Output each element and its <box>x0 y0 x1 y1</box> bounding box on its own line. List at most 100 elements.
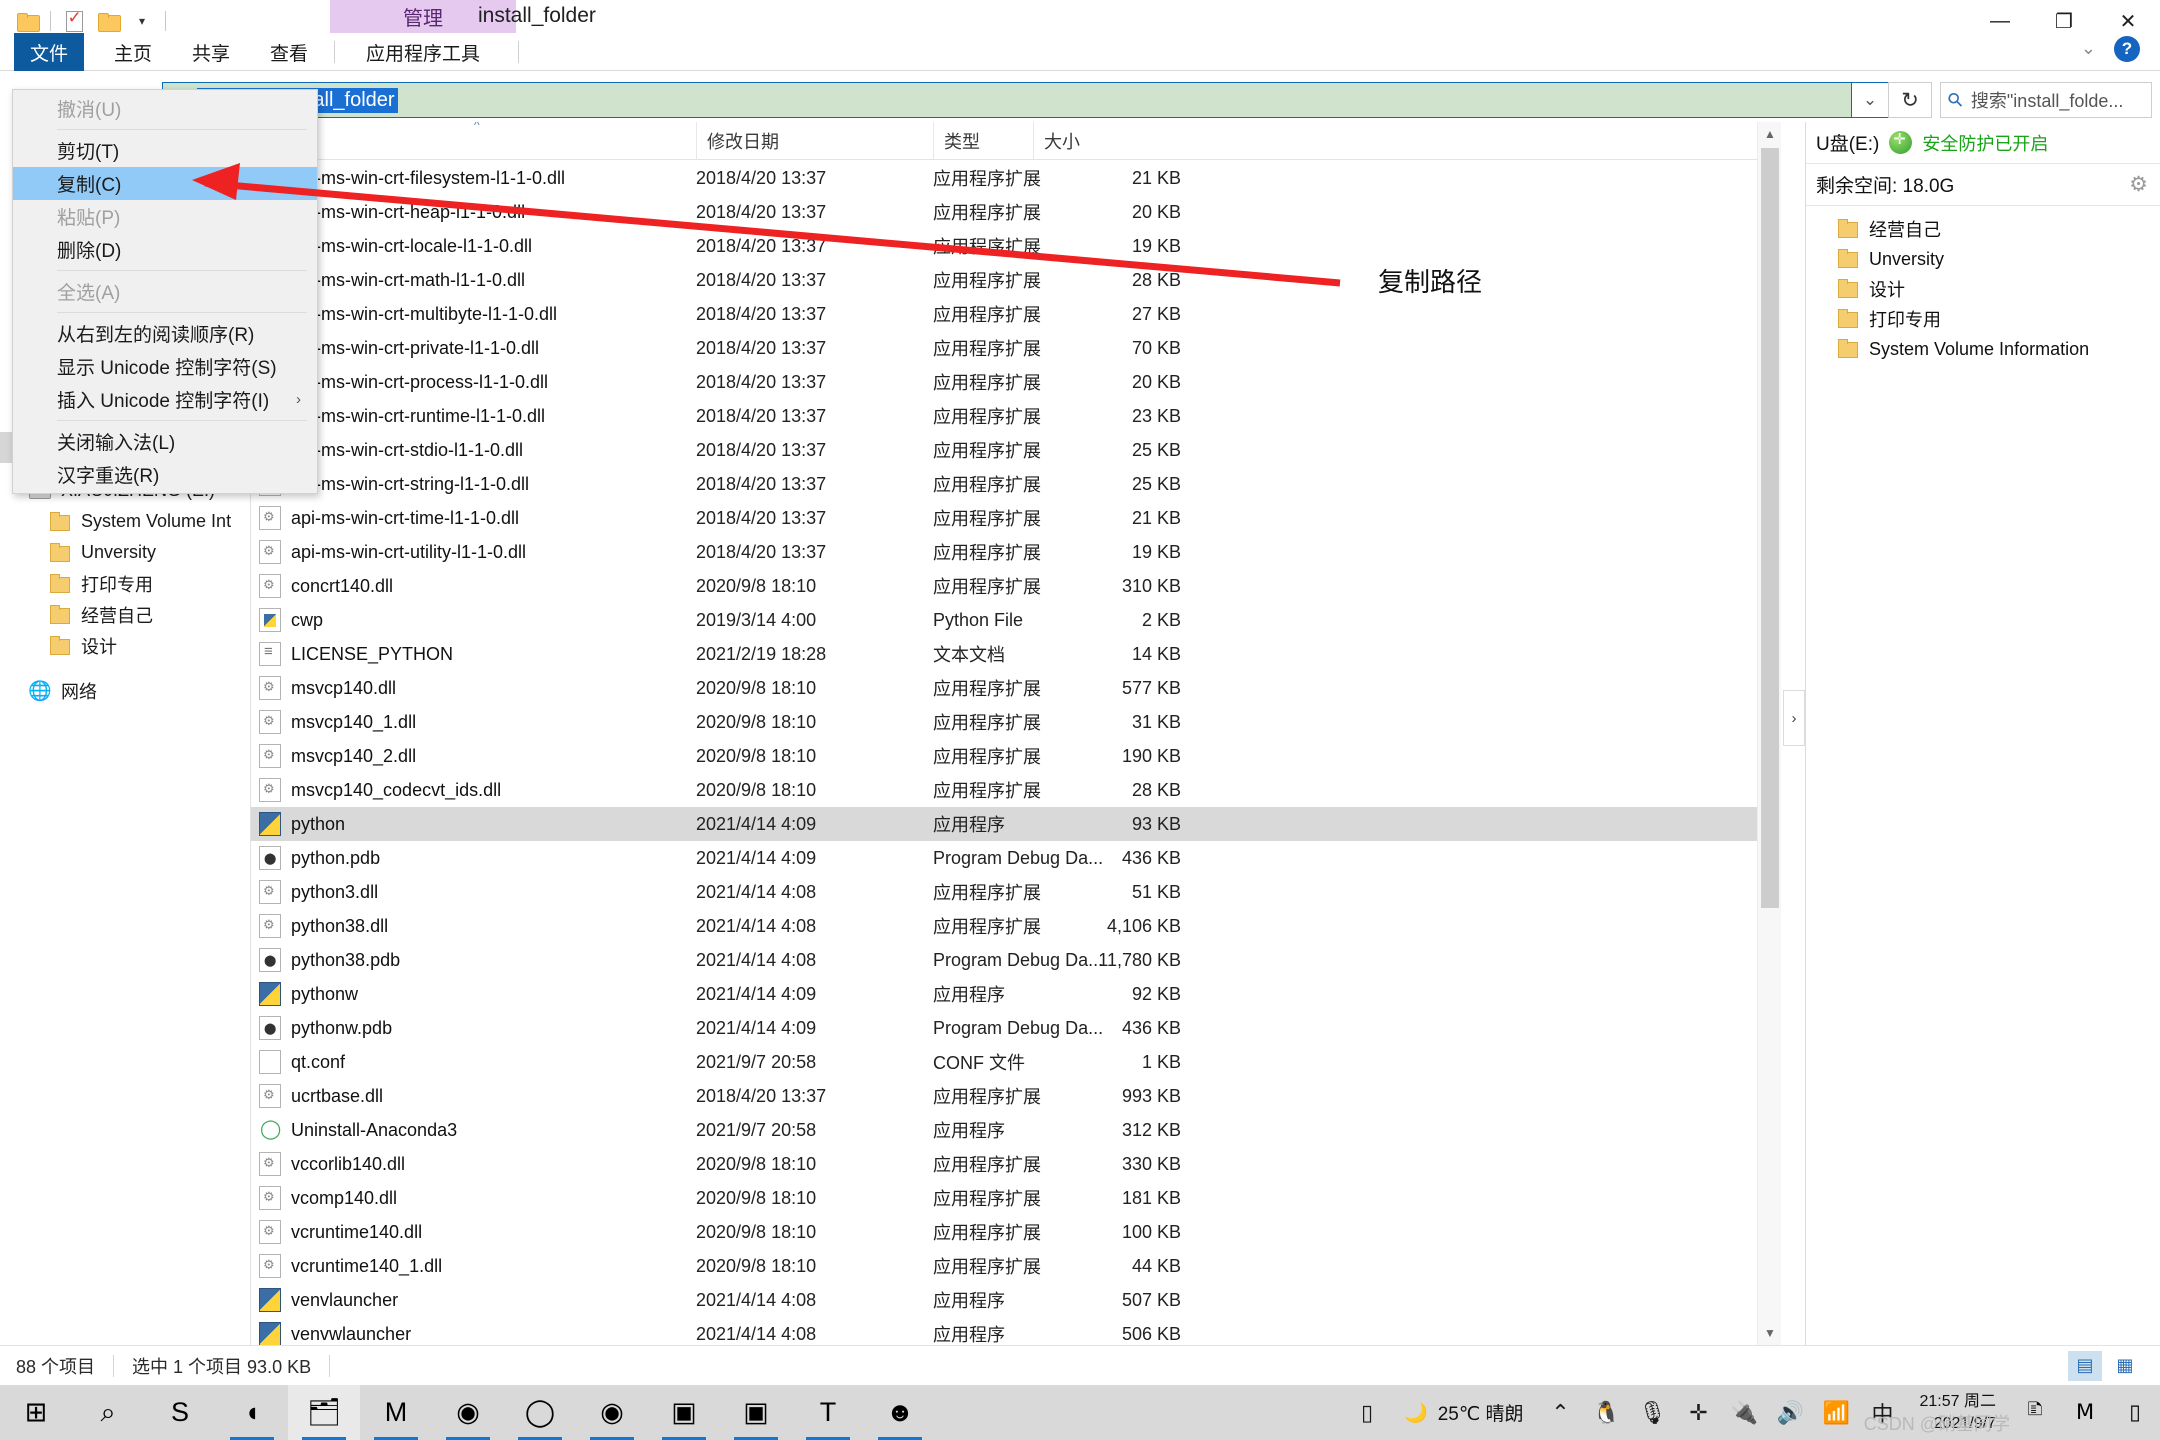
gear-icon[interactable]: ⚙ <box>2129 172 2148 197</box>
qq-tray-icon[interactable]: 🐧 <box>1584 1385 1630 1440</box>
tab-home[interactable]: 主页 <box>98 33 168 71</box>
table-row[interactable]: msvcp140.dll2020/9/8 18:10应用程序扩展577 KB <box>251 671 1780 705</box>
search-button[interactable]: ⌕ <box>72 1385 144 1440</box>
app-tray-icon-m[interactable]: Ⅿ <box>2060 1385 2110 1440</box>
usb-folder-item[interactable]: System Volume Information <box>1806 334 2160 364</box>
table-row[interactable]: vcomp140.dll2020/9/8 18:10应用程序扩展181 KB <box>251 1181 1780 1215</box>
tab-file[interactable]: 文件 <box>14 33 84 71</box>
search-box[interactable]: ⚲ 搜索"install_folde... <box>1940 82 2152 118</box>
panel-collapse-toggle[interactable]: › <box>1783 690 1805 746</box>
app-sogou[interactable]: S <box>144 1385 216 1440</box>
table-row[interactable]: pythonw2021/4/14 4:09应用程序92 KB <box>251 977 1780 1011</box>
usb-folder-item[interactable]: 经营自己 <box>1806 214 2160 244</box>
refresh-button[interactable]: ↻ <box>1888 82 1932 118</box>
app-file-explorer[interactable]: 🗂 <box>288 1385 360 1440</box>
file-list-scrollbar[interactable]: ▲ ▼ <box>1757 122 1781 1345</box>
volume-icon[interactable]: 🔊 <box>1768 1385 1814 1440</box>
details-view-icon[interactable]: ▤ <box>2068 1351 2102 1381</box>
menu-item[interactable]: 插入 Unicode 控制字符(I)› <box>13 383 317 416</box>
address-bar-input[interactable]: naconda\install_folder <box>162 82 1852 118</box>
usb-drive-icon[interactable]: ▯ <box>1344 1385 1390 1440</box>
menu-item[interactable]: 汉字重选(R) <box>13 458 317 491</box>
menu-item[interactable]: 复制(C) <box>13 167 317 200</box>
table-row[interactable]: Uninstall-Anaconda32021/9/7 20:58应用程序312… <box>251 1113 1780 1147</box>
app-qq[interactable]: ☻ <box>864 1385 936 1440</box>
table-row[interactable]: api-ms-win-crt-utility-l1-1-0.dll2018/4/… <box>251 535 1780 569</box>
app-wps[interactable]: M <box>360 1385 432 1440</box>
table-row[interactable]: cwp2019/3/14 4:00Python File2 KB <box>251 603 1780 637</box>
table-row[interactable]: api-ms-win-crt-time-l1-1-0.dll2018/4/20 … <box>251 501 1780 535</box>
scrollbar-thumb[interactable] <box>1761 148 1779 908</box>
menu-item[interactable]: 显示 Unicode 控制字符(S) <box>13 350 317 383</box>
menu-item[interactable]: 删除(D) <box>13 233 317 266</box>
table-row[interactable]: api-ms-win-crt-string-l1-1-0.dll2018/4/2… <box>251 467 1780 501</box>
column-header-size[interactable]: 大小 <box>1033 122 1181 160</box>
table-row[interactable]: api-ms-win-crt-runtime-l1-1-0.dll2018/4/… <box>251 399 1780 433</box>
large-icons-view-icon[interactable]: ▦ <box>2108 1351 2142 1381</box>
app-terminal-1[interactable]: ▣ <box>648 1385 720 1440</box>
table-row[interactable]: concrt140.dll2020/9/8 18:10应用程序扩展310 KB <box>251 569 1780 603</box>
app-terminal-2[interactable]: ▣ <box>720 1385 792 1440</box>
table-row[interactable]: python3.dll2021/4/14 4:08应用程序扩展51 KB <box>251 875 1780 909</box>
table-row[interactable]: vccorlib140.dll2020/9/8 18:10应用程序扩展330 K… <box>251 1147 1780 1181</box>
app-typora[interactable]: T <box>792 1385 864 1440</box>
sidebar-item-4[interactable]: System Volume Int <box>0 506 250 537</box>
tab-view[interactable]: 查看 <box>254 33 324 71</box>
show-desktop-button[interactable]: ▯ <box>2110 1385 2160 1440</box>
usb-folder-item[interactable]: Unversity <box>1806 244 2160 274</box>
menu-item[interactable]: 剪切(T) <box>13 134 317 167</box>
table-row[interactable]: vcruntime140.dll2020/9/8 18:10应用程序扩展100 … <box>251 1215 1780 1249</box>
start-button[interactable]: ⊞ <box>0 1385 72 1440</box>
table-row[interactable]: venvwlauncher2021/4/14 4:08应用程序506 KB <box>251 1317 1780 1345</box>
collapse-ribbon-icon[interactable]: ⌄ <box>2081 38 2096 59</box>
table-row[interactable]: api-ms-win-crt-multibyte-l1-1-0.dll2018/… <box>251 297 1780 331</box>
usb-folder-item[interactable]: 设计 <box>1806 274 2160 304</box>
tray-overflow-icon[interactable]: ⌃ <box>1538 1385 1584 1440</box>
table-row[interactable]: api-ms-win-crt-locale-l1-1-0.dll2018/4/2… <box>251 229 1780 263</box>
scroll-up-icon[interactable]: ▲ <box>1758 122 1782 146</box>
table-row[interactable]: api-ms-win-crt-math-l1-1-0.dll2018/4/20 … <box>251 263 1780 297</box>
sidebar-item-7[interactable]: 经营自己 <box>0 599 250 630</box>
sidebar-item-6[interactable]: 打印专用 <box>0 568 250 599</box>
security-shield-icon[interactable]: ✛ <box>1676 1385 1722 1440</box>
table-row[interactable]: pythonw.pdb2021/4/14 4:09Program Debug D… <box>251 1011 1780 1045</box>
help-button[interactable]: ? <box>2114 36 2140 62</box>
column-header-date[interactable]: 修改日期 <box>696 122 933 160</box>
usb-folder-list[interactable]: 经营自己Unversity设计打印专用System Volume Informa… <box>1806 206 2160 364</box>
table-row[interactable]: msvcp140_codecvt_ids.dll2020/9/8 18:10应用… <box>251 773 1780 807</box>
battery-icon[interactable]: 🔌 <box>1722 1385 1768 1440</box>
menu-item[interactable]: 从右到左的阅读顺序(R) <box>13 317 317 350</box>
table-row[interactable]: api-ms-win-crt-private-l1-1-0.dll2018/4/… <box>251 331 1780 365</box>
table-row[interactable]: msvcp140_1.dll2020/9/8 18:10应用程序扩展31 KB <box>251 705 1780 739</box>
app-edge[interactable]: ◉ <box>576 1385 648 1440</box>
sidebar-item-8[interactable]: 设计 <box>0 630 250 661</box>
table-row[interactable]: python38.dll2021/4/14 4:08应用程序扩展4,106 KB <box>251 909 1780 943</box>
table-row[interactable]: ucrtbase.dll2018/4/20 13:37应用程序扩展993 KB <box>251 1079 1780 1113</box>
table-row[interactable]: api-ms-win-crt-heap-l1-1-0.dll2018/4/20 … <box>251 195 1780 229</box>
tab-share[interactable]: 共享 <box>176 33 246 71</box>
table-row[interactable]: qt.conf2021/9/7 20:58CONF 文件1 KB <box>251 1045 1780 1079</box>
tab-app-tools[interactable]: 应用程序工具 <box>342 33 504 71</box>
sidebar-item-9[interactable]: 网络 <box>0 675 250 706</box>
scroll-down-icon[interactable]: ▼ <box>1758 1321 1782 1345</box>
microphone-icon[interactable]: 🎙 <box>1630 1385 1676 1440</box>
table-row[interactable]: venvlauncher2021/4/14 4:08应用程序507 KB <box>251 1283 1780 1317</box>
menu-item[interactable]: 关闭输入法(L) <box>13 425 317 458</box>
table-row[interactable]: python.pdb2021/4/14 4:09Program Debug Da… <box>251 841 1780 875</box>
table-row[interactable]: LICENSE_PYTHON2021/2/19 18:28文本文档14 KB <box>251 637 1780 671</box>
file-list-pane[interactable]: ^ 修改日期 类型 大小 api-ms-win-crt-filesystem-l… <box>251 122 1780 1345</box>
wifi-icon[interactable]: 📶 <box>1814 1385 1860 1440</box>
weather-widget[interactable]: 🌙 25℃ 晴朗 <box>1390 1399 1537 1426</box>
table-row[interactable]: api-ms-win-crt-process-l1-1-0.dll2018/4/… <box>251 365 1780 399</box>
file-rows[interactable]: api-ms-win-crt-filesystem-l1-1-0.dll2018… <box>251 161 1780 1345</box>
table-row[interactable]: python38.pdb2021/4/14 4:08Program Debug … <box>251 943 1780 977</box>
address-bar-context-menu[interactable]: 撤消(U)剪切(T)复制(C)粘贴(P)删除(D)全选(A)从右到左的阅读顺序(… <box>12 89 318 494</box>
table-row[interactable]: python2021/4/14 4:09应用程序93 KB <box>251 807 1780 841</box>
table-row[interactable]: msvcp140_2.dll2020/9/8 18:10应用程序扩展190 KB <box>251 739 1780 773</box>
usb-folder-item[interactable]: 打印专用 <box>1806 304 2160 334</box>
address-dropdown-caret-icon[interactable]: ⌄ <box>1852 82 1888 118</box>
table-row[interactable]: vcruntime140_1.dll2020/9/8 18:10应用程序扩展44… <box>251 1249 1780 1283</box>
app-anaconda[interactable]: ◯ <box>504 1385 576 1440</box>
table-row[interactable]: api-ms-win-crt-filesystem-l1-1-0.dll2018… <box>251 161 1780 195</box>
sidebar-item-5[interactable]: Unversity <box>0 537 250 568</box>
